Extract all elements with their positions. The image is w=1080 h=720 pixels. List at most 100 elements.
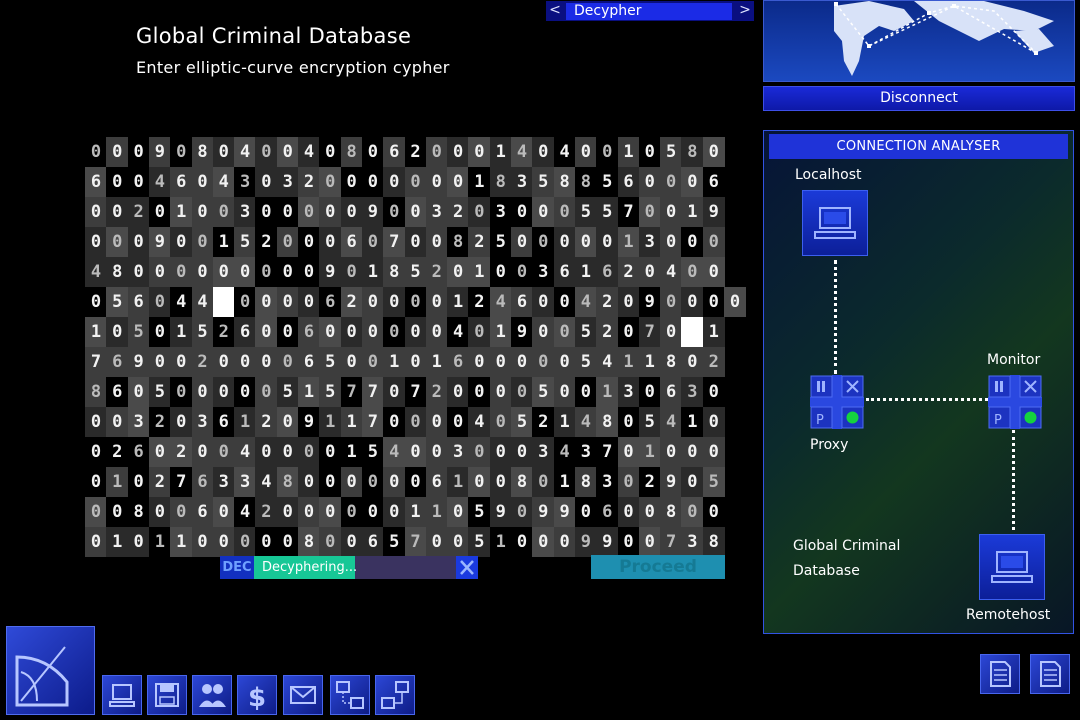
computer-icon	[991, 551, 1033, 583]
monitor-node[interactable]: P	[988, 375, 1042, 429]
main-menu-button[interactable]	[6, 626, 95, 715]
localhost-node[interactable]	[802, 190, 868, 256]
tab-next-button[interactable]: >	[736, 1, 754, 21]
target-label-2: Database	[793, 563, 860, 579]
cipher-cell: 0	[255, 437, 278, 467]
cipher-cell: 0	[447, 167, 470, 197]
cipher-cell: 4	[553, 137, 576, 167]
cipher-cell: 0	[511, 197, 533, 227]
cipher-cell: 0	[553, 377, 576, 407]
cipher-cell: 8	[276, 467, 299, 497]
cipher-cell: 0	[681, 257, 704, 287]
cipher-cell: 2	[638, 467, 661, 497]
cipher-cell: 2	[425, 257, 448, 287]
network-button[interactable]	[330, 675, 370, 715]
cipher-cell: 6	[511, 287, 533, 317]
cipher-cell: 0	[681, 347, 704, 377]
cipher-cell: 0	[425, 407, 448, 437]
cipher-cell: 3	[617, 377, 640, 407]
cipher-cell: 5	[191, 317, 214, 347]
cancel-button[interactable]	[456, 556, 478, 579]
document-button-1[interactable]	[980, 654, 1020, 694]
cipher-cell: 0	[127, 167, 150, 197]
cipher-cell: 8	[85, 377, 107, 407]
cipher-cell: 0	[148, 437, 171, 467]
disconnect-button[interactable]: Disconnect	[763, 86, 1075, 111]
proxy-node[interactable]: P	[810, 375, 864, 429]
cipher-cell: 0	[319, 317, 342, 347]
cipher-cell: 5	[596, 167, 619, 197]
cipher-cell: 1	[553, 467, 576, 497]
cipher-cell: 0	[361, 227, 384, 257]
computer-icon	[109, 684, 135, 707]
cipher-cell: 1	[681, 197, 704, 227]
proceed-button[interactable]: Proceed	[591, 555, 725, 579]
cipher-cell: 0	[511, 377, 533, 407]
cipher-cell: 6	[447, 347, 470, 377]
cipher-grid[interactable]: 0009080400408062000140400105806004604303…	[85, 137, 746, 557]
cipher-cell: 0	[489, 377, 512, 407]
cipher-cell: 5	[276, 377, 299, 407]
cipher-cell: 0	[255, 167, 278, 197]
cipher-cell: 2	[425, 377, 448, 407]
floppy-disk-icon	[155, 683, 179, 707]
cipher-cell: 0	[106, 227, 129, 257]
tab-prev-button[interactable]: <	[546, 1, 564, 21]
cipher-cell: 7	[617, 197, 640, 227]
cipher-cell: 0	[468, 317, 491, 347]
cipher-cell: 0	[127, 467, 150, 497]
computer-icon	[814, 207, 856, 239]
people-button[interactable]	[192, 675, 232, 715]
cipher-cell: 0	[425, 317, 448, 347]
computer-button[interactable]	[102, 675, 142, 715]
cipher-cell: 0	[85, 287, 107, 317]
cipher-cell: 2	[148, 407, 171, 437]
document-button-2[interactable]	[1030, 654, 1070, 694]
cipher-cell: 0	[361, 467, 384, 497]
cipher-cell: 0	[85, 137, 107, 167]
cipher-cell: 3	[681, 377, 704, 407]
cipher-cell: 0	[361, 317, 384, 347]
connection-button[interactable]	[375, 675, 415, 715]
remotehost-node[interactable]	[979, 534, 1045, 600]
finance-button[interactable]: $	[237, 675, 277, 715]
cipher-cell: 0	[638, 527, 661, 557]
tab-decypher[interactable]: Decypher	[566, 3, 732, 20]
world-map[interactable]	[763, 0, 1075, 82]
cipher-cell: 0	[383, 467, 406, 497]
cipher-cell: 1	[106, 467, 129, 497]
cipher-cell: 5	[489, 227, 512, 257]
mail-button[interactable]	[283, 675, 323, 715]
cipher-cell: 8	[447, 227, 470, 257]
cipher-cell: 5	[511, 407, 533, 437]
cipher-cell: 0	[383, 287, 406, 317]
proxy-label: Proxy	[810, 437, 849, 453]
svg-text:P: P	[816, 413, 824, 428]
connection-icon	[381, 681, 409, 709]
cipher-cell: 0	[276, 317, 299, 347]
cipher-cell: 1	[170, 197, 193, 227]
cipher-cell: 8	[574, 167, 597, 197]
cipher-cell: 3	[681, 527, 704, 557]
cipher-cell: 5	[404, 257, 427, 287]
cipher-cell: 0	[319, 467, 342, 497]
save-button[interactable]	[147, 675, 187, 715]
cipher-cell: 0	[574, 497, 597, 527]
cipher-cell: 3	[638, 227, 661, 257]
cipher-cell: 0	[447, 257, 470, 287]
cipher-cell: 0	[298, 227, 320, 257]
cipher-cell: 1	[468, 167, 491, 197]
cipher-cell: 0	[361, 287, 384, 317]
cipher-cell: 9	[148, 227, 171, 257]
cipher-cell: 0	[532, 527, 555, 557]
cipher-cell: 8	[298, 527, 320, 557]
cipher-cell: 7	[85, 347, 107, 377]
cipher-cell: 3	[212, 467, 235, 497]
cipher-cell: 7	[404, 377, 427, 407]
cipher-cell: 0	[638, 377, 661, 407]
cipher-cell: 0	[361, 497, 384, 527]
cipher-cell: 6	[106, 347, 129, 377]
cipher-cell: 8	[191, 137, 214, 167]
cipher-cell: 3	[127, 407, 150, 437]
cipher-cell: 0	[191, 197, 214, 227]
